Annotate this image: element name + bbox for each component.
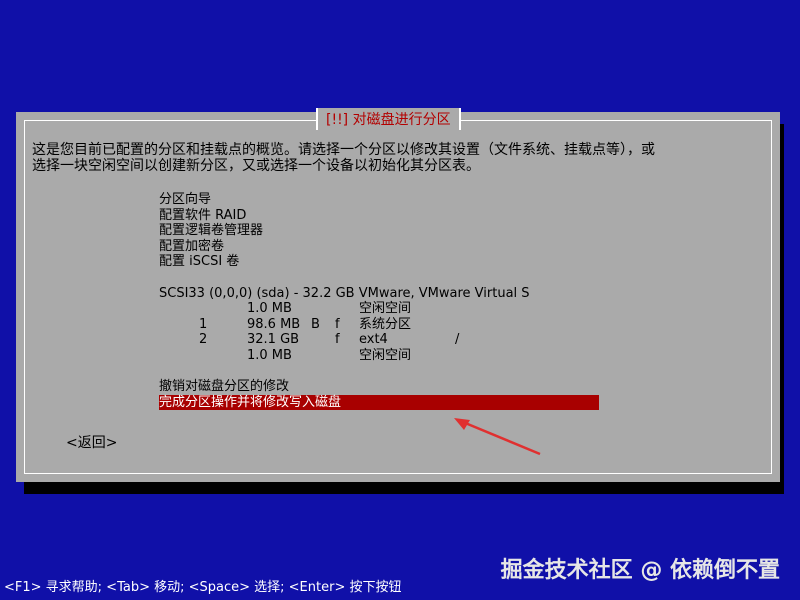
- partition-row-2[interactable]: 2 32.1 GB f ext4 /: [159, 332, 599, 348]
- description-line: 这是您目前已配置的分区和挂载点的概览。请选择一个分区以修改其设置（文件系统、挂载…: [32, 142, 655, 158]
- menu-item-iscsi[interactable]: 配置 iSCSI 卷: [159, 254, 599, 270]
- arrow-shaft: [457, 418, 541, 456]
- annotation-arrow-icon: [454, 418, 541, 456]
- status-bar: <F1> 寻求帮助; <Tab> 移动; <Space> 选择; <Enter>…: [4, 579, 402, 595]
- disk-item-sda[interactable]: SCSI33 (0,0,0) (sda) - 32.2 GB VMware, V…: [159, 286, 599, 302]
- partition-row-1[interactable]: 1 98.6 MB B f 系统分区: [159, 317, 599, 333]
- partition-row-free-1[interactable]: 1.0 MB 空闲空间: [159, 301, 599, 317]
- dialog-title-box: [!!] 对磁盘进行分区: [316, 108, 461, 130]
- menu-spacer: [159, 364, 599, 380]
- menu-item-lvm[interactable]: 配置逻辑卷管理器: [159, 223, 599, 239]
- dialog-title: [!!] 对磁盘进行分区: [326, 112, 451, 128]
- menu-item-encrypted-volumes[interactable]: 配置加密卷: [159, 239, 599, 255]
- menu-item-software-raid[interactable]: 配置软件 RAID: [159, 208, 599, 224]
- partition-dialog: [!!] 对磁盘进行分区 这是您目前已配置的分区和挂载点的概览。请选择一个分区以…: [16, 108, 780, 482]
- partition-menu: 分区向导 配置软件 RAID 配置逻辑卷管理器 配置加密卷 配置 iSCSI 卷…: [159, 192, 599, 411]
- description-line: 选择一块空闲空间以创建新分区，又或选择一个设备以初始化其分区表。: [32, 158, 480, 174]
- menu-item-undo-changes[interactable]: 撤销对磁盘分区的修改: [159, 379, 599, 395]
- menu-item-guided-partitioning[interactable]: 分区向导: [159, 192, 599, 208]
- back-button[interactable]: <返回>: [66, 432, 117, 452]
- dialog-description: 这是您目前已配置的分区和挂载点的概览。请选择一个分区以修改其设置（文件系统、挂载…: [32, 142, 768, 174]
- partition-row-free-2[interactable]: 1.0 MB 空闲空间: [159, 348, 599, 364]
